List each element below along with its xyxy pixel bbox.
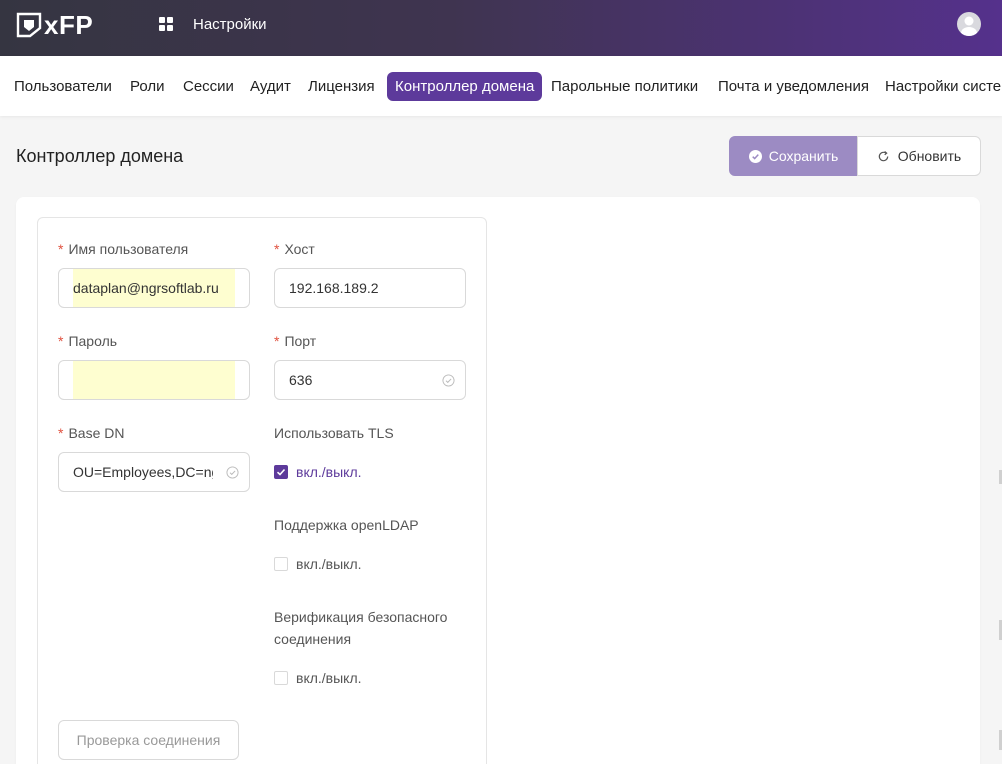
page-title: Контроллер домена <box>16 146 184 166</box>
base-dn-input[interactable]: OU=Employees,DC=ngrsoftlab,DC=ru <box>58 452 250 492</box>
logo-text: xFP <box>44 9 94 40</box>
tab-mail-notifications[interactable]: Почта и уведомления <box>718 72 869 101</box>
openldap-toggle-label[interactable]: вкл./выкл. <box>296 556 362 572</box>
tab-license[interactable]: Лицензия <box>308 72 375 101</box>
tls-checkbox[interactable] <box>274 465 288 479</box>
host-input[interactable]: 192.168.189.2 <box>274 268 466 308</box>
host-label: * Хост <box>274 241 315 257</box>
tls-label: Использовать TLS <box>274 425 394 441</box>
username-value: dataplan@ngrsoftlab.ru <box>73 280 219 296</box>
tab-users[interactable]: Пользователи <box>14 72 112 101</box>
openldap-label: Поддержка openLDAP <box>274 517 419 533</box>
verify-label-line2: соединения <box>274 631 352 647</box>
port-value: 636 <box>289 372 313 388</box>
checkmark-icon <box>276 468 286 476</box>
port-input[interactable]: 636 <box>274 360 466 400</box>
tab-roles[interactable]: Роли <box>130 72 165 101</box>
save-button[interactable]: Сохранить <box>729 136 858 176</box>
password-input[interactable] <box>58 360 250 400</box>
apps-grid-icon[interactable] <box>159 17 173 31</box>
verify-toggle-label[interactable]: вкл./выкл. <box>296 670 362 686</box>
openldap-checkbox[interactable] <box>274 557 288 571</box>
username-input[interactable]: dataplan@ngrsoftlab.ru <box>58 268 250 308</box>
tls-toggle-label[interactable]: вкл./выкл. <box>296 464 362 480</box>
autofill-highlight <box>73 361 235 399</box>
test-connection-button[interactable]: Проверка соединения <box>58 720 239 760</box>
username-label: * Имя пользователя <box>58 241 189 257</box>
verify-label-line1: Верификация безопасного <box>274 609 448 625</box>
tab-system-settings[interactable]: Настройки систе <box>885 72 1001 101</box>
header-title: Настройки <box>193 16 267 33</box>
save-button-label: Сохранить <box>768 148 839 164</box>
top-header: xFP Настройки <box>0 0 1002 56</box>
port-label: * Порт <box>274 333 317 349</box>
tab-domain-controller[interactable]: Контроллер домена <box>387 72 543 101</box>
shield-logo-icon <box>16 12 42 38</box>
tab-audit[interactable]: Аудит <box>250 72 291 101</box>
user-avatar-icon[interactable] <box>957 12 981 36</box>
password-label: * Пароль <box>58 333 118 349</box>
app-logo[interactable]: xFP <box>16 9 94 40</box>
base-dn-label: * Base DN <box>58 425 125 441</box>
valid-check-icon <box>442 374 455 387</box>
settings-tabs: Пользователи Роли Сессии Аудит Лицензия … <box>0 56 1002 116</box>
refresh-button[interactable]: Обновить <box>857 136 981 176</box>
refresh-button-label: Обновить <box>897 148 962 164</box>
base-dn-value: OU=Employees,DC=ngrsoftlab,DC=ru <box>73 464 213 480</box>
check-circle-icon <box>748 149 762 163</box>
verify-checkbox[interactable] <box>274 671 288 685</box>
valid-check-icon <box>226 466 239 479</box>
refresh-icon <box>878 150 889 161</box>
tab-password-policies[interactable]: Парольные политики <box>551 72 698 101</box>
tab-sessions[interactable]: Сессии <box>183 72 234 101</box>
host-value: 192.168.189.2 <box>289 280 379 296</box>
